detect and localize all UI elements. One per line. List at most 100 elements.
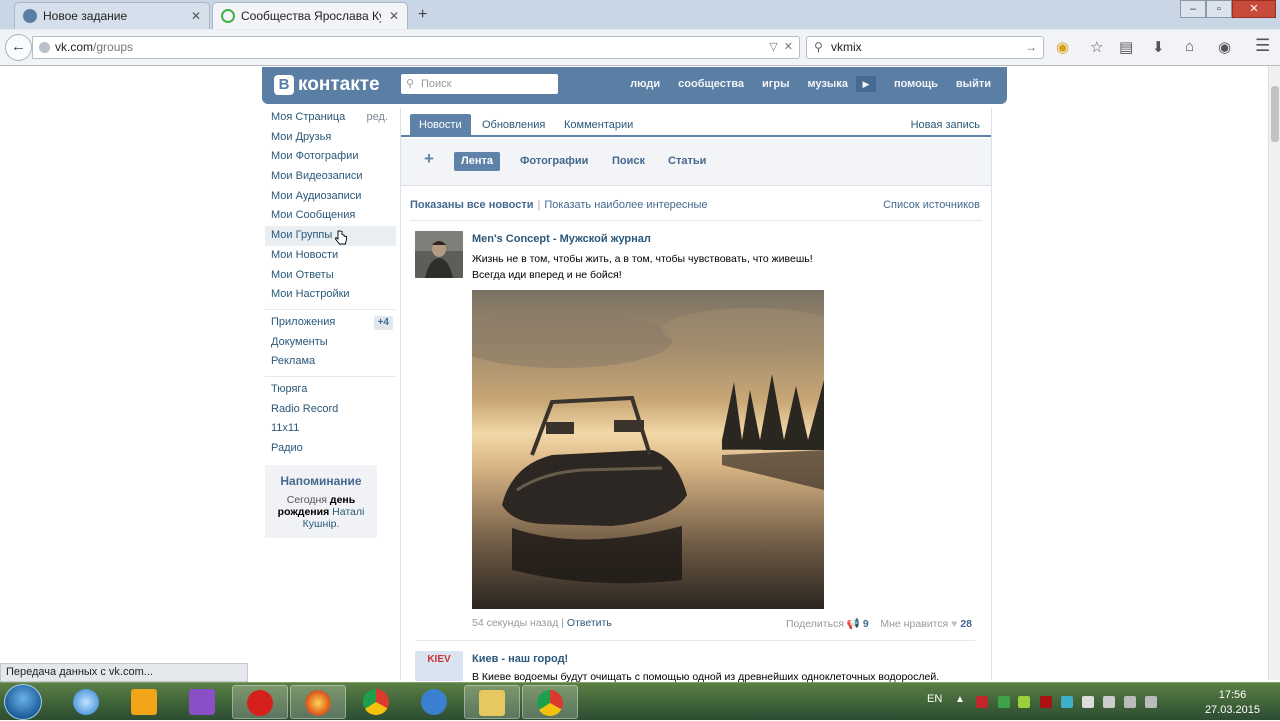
close-tab-icon[interactable]: ✕ [389,9,399,23]
menu-my-videos[interactable]: Мои Видеозаписи [265,167,396,187]
dropdown-reload-icons[interactable]: ▽ ✕ [769,37,793,58]
minimize-button[interactable]: – [1180,0,1206,18]
post-author-link[interactable]: Men's Concept - Мужской журнал [472,233,651,245]
taskbar-firefox[interactable] [290,685,346,719]
taskbar-chrome2[interactable] [522,685,578,719]
start-button[interactable] [4,684,42,720]
language-indicator[interactable]: EN [927,693,942,705]
filter-all[interactable]: Показаны все новости [410,199,534,211]
feed-tabs: Новости Обновления Комментарии Новая зап… [401,108,991,137]
close-tab-icon[interactable]: ✕ [191,9,201,23]
nav-help[interactable]: помощь [894,78,938,92]
network-icon[interactable] [1124,696,1136,708]
post-photo-boat[interactable] [472,290,824,609]
menu-my-news[interactable]: Мои Новости [265,246,396,266]
taskbar-avast[interactable] [116,685,172,719]
menu-my-page[interactable]: Моя Страница ред. [265,108,396,128]
nav-people[interactable]: люди [630,78,660,92]
menu-app-radio-record[interactable]: Radio Record [265,400,396,420]
new-tab-button[interactable]: + [418,6,427,24]
tray-app-icon[interactable] [1040,696,1052,708]
tray-app-icon[interactable] [998,696,1010,708]
play-icon[interactable]: ▶ [855,76,876,92]
nav-games[interactable]: игры [762,78,789,92]
addon-icon[interactable]: ◉ [1056,38,1069,56]
taskbar-ie[interactable] [58,685,114,719]
tray-app-icon[interactable] [1061,696,1073,708]
search-icon: ⚲ [814,40,823,54]
menu-icon[interactable]: ☰ [1255,36,1270,56]
nav-logout[interactable]: выйти [956,78,991,92]
tab-news[interactable]: Новости [410,114,471,137]
maximize-button[interactable]: ▫ [1206,0,1232,18]
taskbar-explorer[interactable] [464,685,520,719]
menu-my-settings[interactable]: Мои Настройки [265,285,396,305]
menu-my-friends[interactable]: Мои Друзья [265,128,396,148]
subtab-feed[interactable]: Лента [454,152,500,171]
tab-bar: Новое задание ✕ Сообщества Ярослава Ку..… [0,0,1280,29]
share-button[interactable]: Поделиться [786,618,844,630]
nav-communities[interactable]: сообщества [678,78,744,92]
vk-search-input[interactable]: ⚲ Поиск [401,74,558,94]
menu-my-messages[interactable]: Мои Сообщения [265,206,396,226]
vk-logo[interactable]: В контакте [274,74,380,96]
tab-new-task[interactable]: Новое задание ✕ [14,2,210,29]
menu-ads[interactable]: Реклама [265,352,396,372]
home-icon[interactable]: ⌂ [1185,38,1194,55]
post-actions: Поделиться 📢 9 Мне нравится ♥ 28 [786,617,972,630]
bookmark-star-icon[interactable]: ☆ [1090,38,1103,56]
subtab-photos[interactable]: Фотографии [513,152,595,171]
taskbar-chrome[interactable] [348,685,404,719]
close-window-button[interactable]: ✕ [1232,0,1276,18]
new-post-link[interactable]: Новая запись [902,114,989,137]
tray-expand-icon[interactable]: ▲ [955,694,965,705]
post-author-avatar[interactable]: KIEV [415,651,463,681]
tab-title: Сообщества Ярослава Ку... [241,9,381,23]
tray-app-icon[interactable] [1018,696,1030,708]
taskbar-opera[interactable] [232,685,288,719]
menu-app-radio[interactable]: Радио [265,439,396,459]
taskbar-vs[interactable] [174,685,230,719]
menu-documents[interactable]: Документы [265,333,396,353]
filter-interesting[interactable]: Показать наиболее интересные [544,199,707,211]
tray-app-icon[interactable] [1082,696,1094,708]
subtab-articles[interactable]: Статьи [661,152,713,171]
sources-list-link[interactable]: Список источников [883,199,980,211]
taskbar-app[interactable] [406,685,462,719]
post-author-link[interactable]: Киев - наш город! [472,653,568,665]
clock[interactable]: 17:56 27.03.2015 [1205,688,1260,718]
scrollbar-thumb[interactable] [1271,86,1279,142]
add-list-icon[interactable]: + [424,149,434,169]
scrollbar[interactable] [1268,66,1280,680]
volume-icon[interactable] [1145,696,1157,708]
chat-icon[interactable]: ◉ [1218,38,1231,56]
tab-comments[interactable]: Комментарии [555,114,642,137]
menu-my-photos[interactable]: Мои Фотографии [265,147,396,167]
tab-updates[interactable]: Обновления [473,114,554,137]
menu-my-answers[interactable]: Мои Ответы [265,266,396,286]
back-button[interactable]: ← [5,34,32,61]
edit-link[interactable]: ред. [367,108,388,128]
post-time-link[interactable]: 54 секунды назад [472,617,558,629]
go-arrow-icon[interactable]: → [1025,37,1037,58]
download-icon[interactable]: ⬇ [1152,38,1165,56]
share-count: 9 [862,618,869,630]
post-author-avatar[interactable] [415,231,463,278]
post-reply-link[interactable]: Ответить [567,617,612,629]
flag-icon[interactable] [1103,696,1115,708]
like-button[interactable]: Мне нравится [880,618,948,630]
menu-app-11x11[interactable]: 11x11 [265,419,396,439]
menu-label: Мои Группы [271,229,333,242]
menu-app-turyaga[interactable]: Тюряга [265,380,396,400]
bookmarks-list-icon[interactable]: ▤ [1119,38,1133,56]
url-bar[interactable]: vk.com/groups ▽ ✕ [32,36,800,59]
subtab-search[interactable]: Поиск [605,152,652,171]
menu-my-audio[interactable]: Мои Аудиозаписи [265,187,396,207]
menu-apps[interactable]: Приложения +4 [265,313,396,333]
nav-music[interactable]: музыка [807,78,847,92]
menu-my-groups[interactable]: Мои Группы [265,226,396,246]
tray-app-icon[interactable] [976,696,988,708]
search-bar[interactable]: ⚲ vkmix → [806,36,1044,59]
apps-count-badge: +4 [373,315,393,330]
tab-communities[interactable]: Сообщества Ярослава Ку... ✕ [212,2,408,29]
